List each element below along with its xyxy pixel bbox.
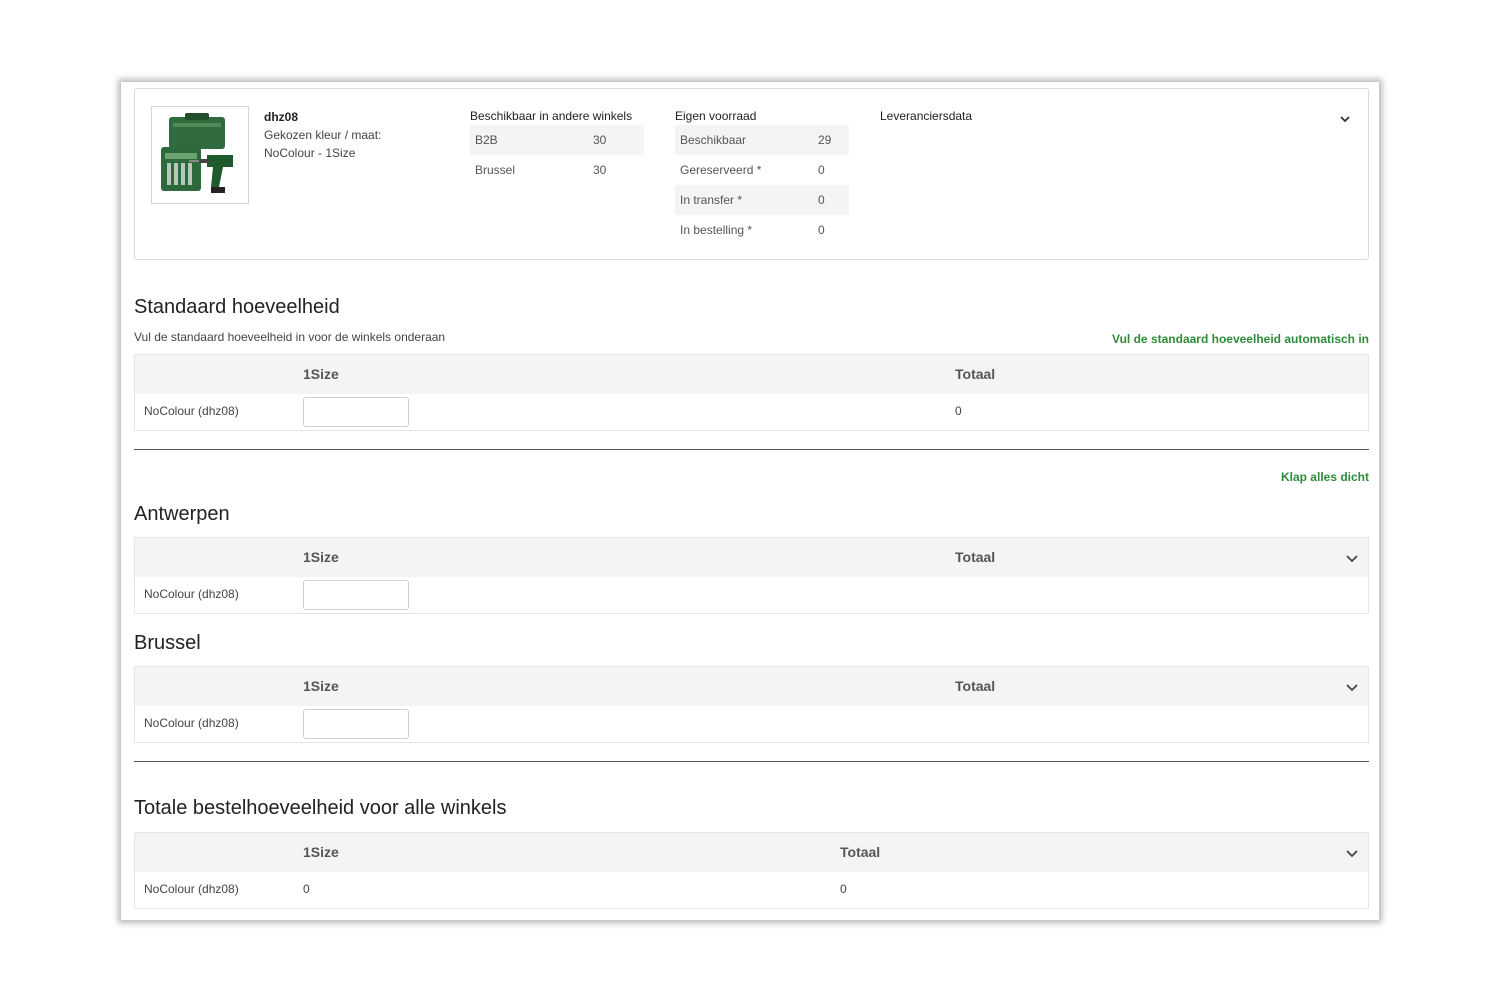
standard-quantity-title: Standaard hoeveelheid: [134, 296, 340, 318]
availability-other-stores: Beschikbaar in andere winkels B2B 30 Bru…: [470, 108, 644, 185]
standard-quantity-subtitle: Vul de standaard hoeveelheid in voor de …: [134, 330, 446, 344]
autofill-standard-link[interactable]: Vul de standaard hoeveelheid automatisch…: [1112, 332, 1369, 346]
availability-value: 30: [593, 163, 607, 177]
row-variant-label: NoColour (dhz08): [144, 716, 239, 730]
own-stock-row: Gereserveerd * 0: [675, 155, 849, 185]
own-stock-value: 0: [818, 193, 825, 207]
column-size: 1Size: [303, 678, 339, 694]
grid-header: 1Size Totaal: [135, 355, 1368, 394]
column-size: 1Size: [303, 366, 339, 382]
own-stock-row: In transfer * 0: [675, 185, 849, 215]
availability-row: Brussel 30: [470, 155, 644, 185]
section-divider: [134, 761, 1369, 762]
chevron-down-icon[interactable]: [1344, 845, 1360, 861]
availability-store: B2B: [475, 133, 498, 147]
own-stock-row: Beschikbaar 29: [675, 125, 849, 155]
chevron-down-icon[interactable]: [1338, 112, 1352, 126]
grand-total-title: Totale bestelhoeveelheid voor alle winke…: [134, 797, 507, 819]
store-grid-antwerpen: 1Size Totaal NoColour (dhz08): [134, 537, 1369, 614]
chevron-down-icon[interactable]: [1344, 550, 1360, 566]
section-divider: [134, 449, 1369, 450]
availability-store: Brussel: [475, 163, 516, 177]
store-grid-brussel: 1Size Totaal NoColour (dhz08): [134, 666, 1369, 743]
standard-quantity-input[interactable]: [303, 397, 409, 427]
store-title-brussel: Brussel: [134, 632, 201, 654]
collapse-all-link[interactable]: Klap alles dicht: [1281, 470, 1369, 484]
own-stock-value: 0: [818, 163, 825, 177]
own-stock-label: Gereserveerd *: [680, 163, 762, 177]
row-total: 0: [840, 882, 847, 896]
own-stock-value: 29: [818, 133, 832, 147]
product-sku: dhz08: [264, 110, 299, 124]
own-stock-title: Eigen voorraad: [675, 109, 757, 123]
antwerpen-quantity-input[interactable]: [303, 580, 409, 610]
column-total: Totaal: [955, 549, 996, 565]
grid-row: NoColour (dhz08) 0 0: [135, 872, 1368, 908]
grid-header[interactable]: 1Size Totaal: [135, 833, 1368, 872]
chevron-down-icon[interactable]: [1344, 679, 1360, 695]
row-variant-label: NoColour (dhz08): [144, 404, 239, 418]
grand-total-grid: 1Size Totaal NoColour (dhz08) 0 0: [134, 832, 1369, 909]
standard-quantity-grid: 1Size Totaal NoColour (dhz08) 0: [134, 354, 1369, 431]
column-size: 1Size: [303, 844, 339, 860]
availability-title: Beschikbaar in andere winkels: [470, 109, 633, 123]
brussel-quantity-input[interactable]: [303, 709, 409, 739]
availability-value: 30: [593, 133, 607, 147]
chosen-variant-label: Gekozen kleur / maat:: [264, 128, 382, 142]
own-stock-value: 0: [818, 223, 825, 237]
column-total: Totaal: [955, 366, 996, 382]
grid-row: NoColour (dhz08): [135, 706, 1368, 742]
column-total: Totaal: [840, 844, 881, 860]
product-info: dhz08 Gekozen kleur / maat: NoColour - 1…: [264, 108, 381, 162]
grid-header[interactable]: 1Size Totaal: [135, 538, 1368, 577]
row-variant-label: NoColour (dhz08): [144, 587, 239, 601]
column-total: Totaal: [955, 678, 996, 694]
own-stock-label: In bestelling *: [680, 223, 753, 237]
row-size-value: 0: [303, 882, 310, 896]
product-image: [151, 106, 249, 204]
column-size: 1Size: [303, 549, 339, 565]
own-stock-label: In transfer *: [680, 193, 743, 207]
own-stock-row: In bestelling * 0: [675, 215, 849, 245]
grid-row: NoColour (dhz08): [135, 577, 1368, 613]
store-title-antwerpen: Antwerpen: [134, 503, 230, 525]
grid-header[interactable]: 1Size Totaal: [135, 667, 1368, 706]
own-stock-label: Beschikbaar: [680, 133, 747, 147]
row-total: 0: [955, 404, 962, 418]
drill-case-icon: [161, 113, 233, 193]
availability-row: B2B 30: [470, 125, 644, 155]
grid-row: NoColour (dhz08) 0: [135, 394, 1368, 430]
row-variant-label: NoColour (dhz08): [144, 882, 239, 896]
own-stock: Eigen voorraad Beschikbaar 29 Gereservee…: [675, 108, 849, 245]
product-card: dhz08 Gekozen kleur / maat: NoColour - 1…: [134, 88, 1369, 260]
order-quantity-panel: dhz08 Gekozen kleur / maat: NoColour - 1…: [121, 82, 1379, 920]
supplier-data-title: Leveranciersdata: [880, 109, 973, 123]
chosen-variant-value: NoColour - 1Size: [264, 146, 356, 160]
